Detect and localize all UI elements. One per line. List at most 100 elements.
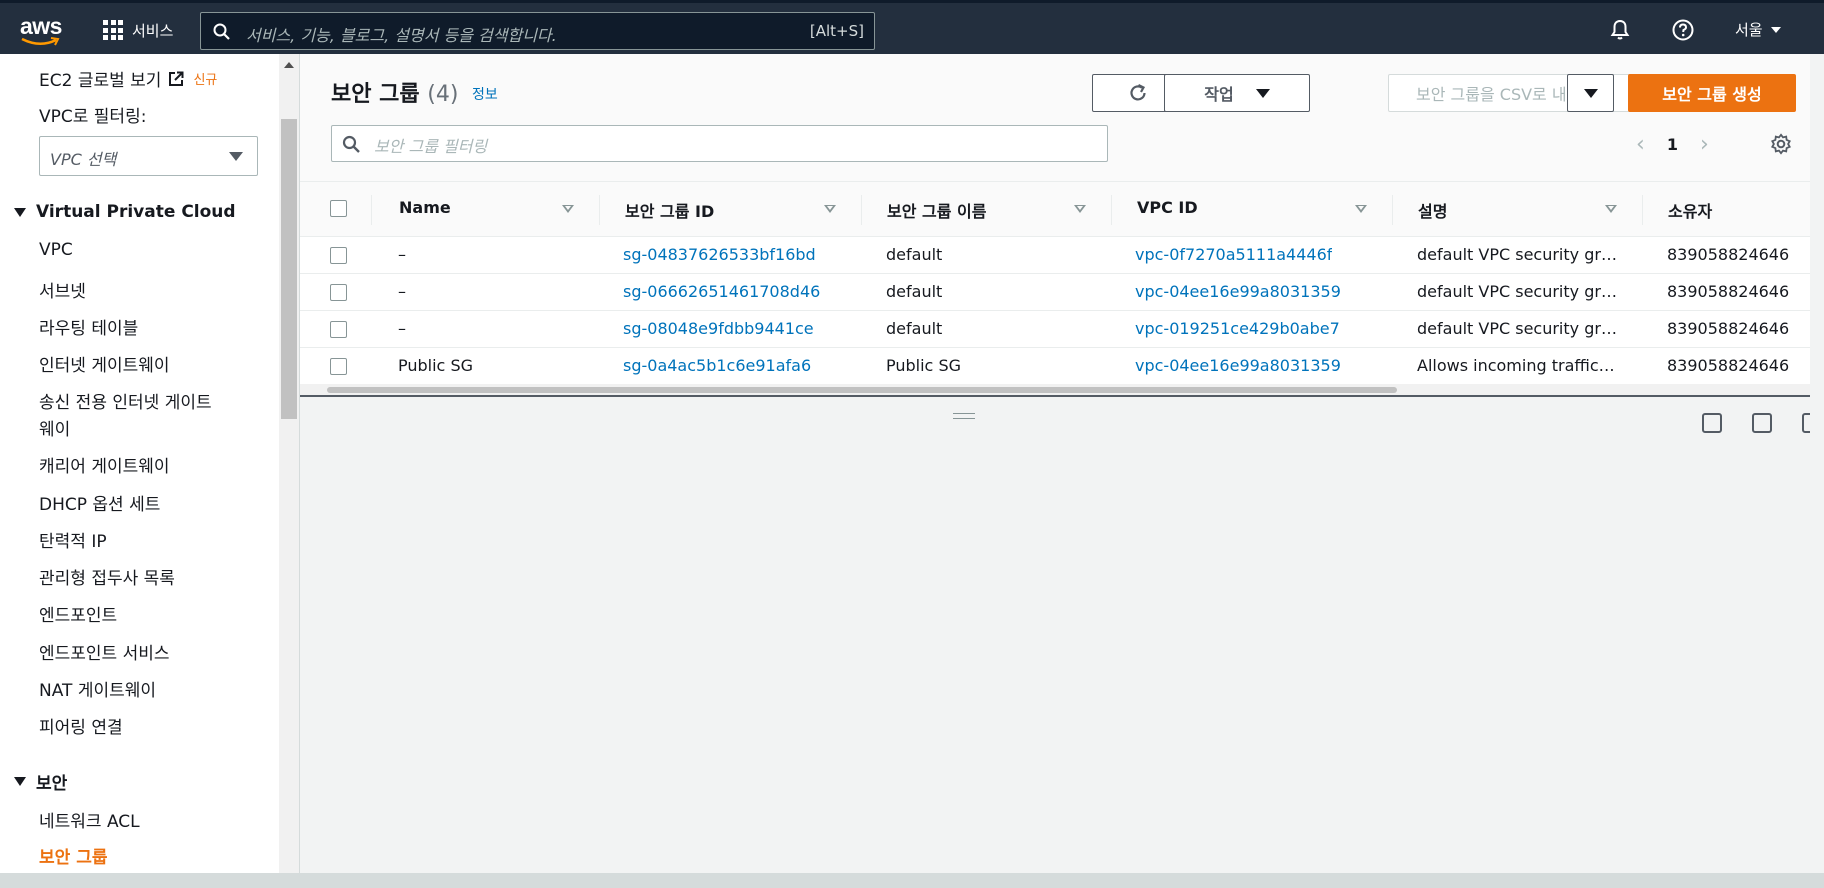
scroll-up-icon[interactable] bbox=[284, 62, 294, 68]
column-header-group-id[interactable]: 보안 그룹 ID bbox=[625, 198, 714, 222]
bell-icon[interactable] bbox=[1608, 18, 1632, 42]
caret-down-icon bbox=[1255, 88, 1270, 98]
cell-vpc-id[interactable]: vpc-019251ce429b0abe7 bbox=[1135, 319, 1340, 338]
cell-vpc-id[interactable]: vpc-0f7270a5111a4446f bbox=[1135, 245, 1332, 264]
resize-handle[interactable] bbox=[953, 413, 975, 419]
pagination: ‹ 1 › bbox=[1636, 132, 1709, 157]
vpc-filter-label: VPC로 필터링: bbox=[39, 107, 147, 127]
row-checkbox[interactable] bbox=[330, 358, 347, 375]
sort-icon[interactable] bbox=[562, 205, 574, 213]
info-link[interactable]: 정보 bbox=[472, 84, 498, 104]
column-header-group-name[interactable]: 보안 그룹 이름 bbox=[887, 198, 986, 222]
sidebar-item-network-acls[interactable]: 네트워크 ACL bbox=[39, 807, 140, 832]
sidebar-item-egress-only-gateways[interactable]: 송신 전용 인터넷 게이트 bbox=[39, 388, 212, 413]
vpc-select[interactable]: VPC 선택 bbox=[39, 136, 258, 176]
table-row[interactable]: – sg-08048e9fdbb9441ce default vpc-01925… bbox=[300, 311, 1810, 348]
select-all-checkbox[interactable] bbox=[330, 200, 347, 217]
next-page-icon[interactable]: › bbox=[1700, 132, 1709, 157]
actions-button[interactable]: 작업 bbox=[1164, 74, 1310, 112]
cell-description: default VPC security gr… bbox=[1417, 282, 1617, 301]
cell-description: Allows incoming traffic… bbox=[1417, 356, 1615, 375]
sidebar-scrollbar[interactable] bbox=[279, 54, 299, 888]
cell-name: – bbox=[398, 319, 406, 338]
panel-side-icon[interactable] bbox=[1752, 413, 1772, 433]
sidebar-item-endpoints[interactable]: 엔드포인트 bbox=[39, 601, 117, 626]
cell-description: default VPC security gr… bbox=[1417, 245, 1617, 264]
caret-down-icon bbox=[1770, 26, 1781, 33]
section-vpc-label: Virtual Private Cloud bbox=[36, 202, 236, 222]
aws-logo[interactable]: aws bbox=[18, 13, 66, 47]
expand-caret-icon bbox=[14, 777, 26, 786]
cell-owner: 839058824646 bbox=[1667, 319, 1790, 338]
create-security-group-button[interactable]: 보안 그룹 생성 bbox=[1628, 74, 1796, 112]
aws-smile-icon bbox=[21, 37, 60, 46]
sidebar-item-egress-only-gateways-cont[interactable]: 웨이 bbox=[39, 415, 70, 440]
section-vpc-toggle[interactable]: Virtual Private Cloud bbox=[14, 202, 236, 222]
panel-bottom-icon[interactable] bbox=[1702, 413, 1722, 433]
cell-group-id[interactable]: sg-06662651461708d46 bbox=[623, 282, 820, 301]
sidebar-scrollbar-thumb[interactable] bbox=[281, 119, 297, 419]
region-selector[interactable]: 서울 bbox=[1735, 19, 1781, 40]
global-search-placeholder: 서비스, 기능, 블로그, 설명서 등을 검색합니다. bbox=[246, 26, 557, 45]
current-page[interactable]: 1 bbox=[1667, 135, 1678, 154]
table-row[interactable]: – sg-04837626533bf16bd default vpc-0f727… bbox=[300, 237, 1810, 274]
column-header-name[interactable]: Name bbox=[399, 198, 451, 217]
sort-icon[interactable] bbox=[1355, 205, 1367, 213]
sidebar-item-security-groups[interactable]: 보안 그룹 bbox=[39, 843, 107, 868]
help-icon[interactable] bbox=[1671, 18, 1695, 42]
column-header-description[interactable]: 설명 bbox=[1418, 198, 1447, 222]
split-panel bbox=[300, 395, 1822, 873]
global-view-link[interactable]: EC2 글로벌 보기 신규 bbox=[39, 66, 217, 91]
cell-owner: 839058824646 bbox=[1667, 245, 1790, 264]
sidebar-item-subnets[interactable]: 서브넷 bbox=[39, 277, 86, 302]
sort-icon[interactable] bbox=[1074, 205, 1086, 213]
actions-label: 작업 bbox=[1204, 85, 1234, 104]
right-edge bbox=[1810, 54, 1824, 888]
vpc-select-value: VPC 선택 bbox=[50, 150, 117, 169]
sidebar-item-route-tables[interactable]: 라우팅 테이블 bbox=[39, 314, 138, 339]
row-checkbox[interactable] bbox=[330, 321, 347, 338]
table-filter-input[interactable]: 보안 그룹 필터링 bbox=[331, 125, 1108, 162]
sidebar-item-carrier-gateways[interactable]: 캐리어 게이트웨이 bbox=[39, 452, 170, 477]
cell-group-id[interactable]: sg-08048e9fdbb9441ce bbox=[623, 319, 814, 338]
export-dropdown-button[interactable] bbox=[1567, 74, 1614, 112]
section-security-toggle[interactable]: 보안 bbox=[14, 769, 67, 794]
table-scrollbar-thumb[interactable] bbox=[327, 387, 1397, 393]
column-header-owner[interactable]: 소유자 bbox=[1668, 198, 1712, 222]
services-menu-button[interactable]: 서비스 bbox=[103, 18, 173, 42]
sidebar-item-prefix-lists[interactable]: 관리형 접두사 목록 bbox=[39, 564, 175, 589]
sidebar-item-dhcp-options[interactable]: DHCP 옵션 세트 bbox=[39, 490, 160, 515]
table-row[interactable]: – sg-06662651461708d46 default vpc-04ee1… bbox=[300, 274, 1810, 311]
sidebar-item-elastic-ips[interactable]: 탄력적 IP bbox=[39, 527, 107, 552]
top-navigation: aws 서비스 서비스, 기능, 블로그, 설명서 등을 검색합니다. [Alt… bbox=[0, 0, 1824, 54]
previous-page-icon[interactable]: ‹ bbox=[1636, 132, 1645, 157]
cell-group-id[interactable]: sg-0a4ac5b1c6e91afa6 bbox=[623, 356, 811, 375]
row-checkbox[interactable] bbox=[330, 284, 347, 301]
create-security-group-label: 보안 그룹 생성 bbox=[1662, 85, 1762, 104]
global-search-input[interactable]: 서비스, 기능, 블로그, 설명서 등을 검색합니다. [Alt+S] bbox=[200, 12, 875, 50]
column-header-vpc-id[interactable]: VPC ID bbox=[1137, 198, 1198, 217]
page-title-text: 보안 그룹 bbox=[331, 82, 420, 107]
cell-name: – bbox=[398, 282, 406, 301]
cell-group-name: Public SG bbox=[886, 356, 961, 375]
sidebar: EC2 글로벌 보기 신규 VPC로 필터링: VPC 선택 Virtual P… bbox=[0, 54, 300, 888]
external-link-icon bbox=[169, 71, 184, 86]
sidebar-item-internet-gateways[interactable]: 인터넷 게이트웨이 bbox=[39, 351, 170, 376]
cell-vpc-id[interactable]: vpc-04ee16e99a8031359 bbox=[1135, 356, 1341, 375]
gear-icon[interactable] bbox=[1770, 133, 1792, 155]
services-label: 서비스 bbox=[132, 21, 174, 40]
sidebar-item-vpc[interactable]: VPC bbox=[39, 240, 73, 260]
cell-vpc-id[interactable]: vpc-04ee16e99a8031359 bbox=[1135, 282, 1341, 301]
sidebar-item-endpoint-services[interactable]: 엔드포인트 서비스 bbox=[39, 639, 170, 664]
row-checkbox[interactable] bbox=[330, 247, 347, 264]
column-divider bbox=[1111, 195, 1112, 225]
sort-icon[interactable] bbox=[824, 205, 836, 213]
caret-down-icon bbox=[229, 152, 243, 161]
sidebar-item-nat-gateways[interactable]: NAT 게이트웨이 bbox=[39, 676, 156, 701]
search-shortcut: [Alt+S] bbox=[809, 22, 864, 40]
table-row[interactable]: Public SG sg-0a4ac5b1c6e91afa6 Public SG… bbox=[300, 348, 1810, 385]
cell-group-id[interactable]: sg-04837626533bf16bd bbox=[623, 245, 816, 264]
sidebar-item-peering[interactable]: 피어링 연결 bbox=[39, 713, 123, 738]
region-label: 서울 bbox=[1735, 21, 1763, 39]
sort-icon[interactable] bbox=[1605, 205, 1617, 213]
